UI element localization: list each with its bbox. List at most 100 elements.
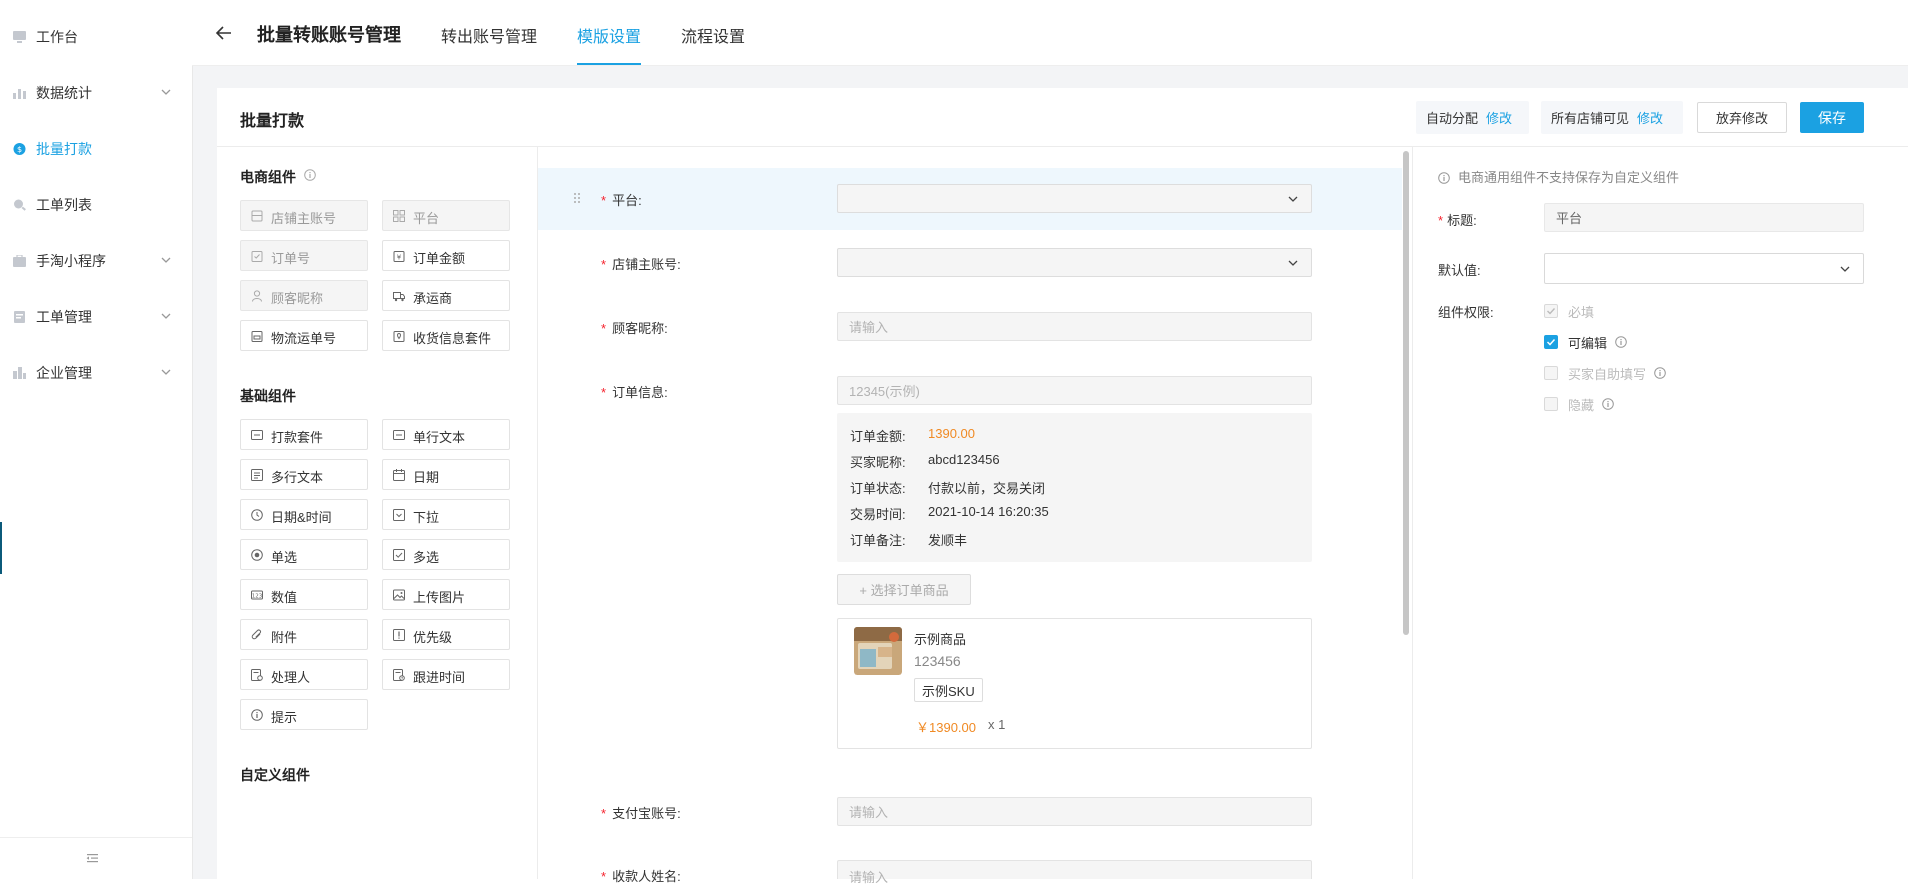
chevron-down-icon (1840, 266, 1850, 272)
sidebar-item-workbench[interactable]: 工作台 (0, 17, 192, 57)
search-icon (14, 199, 26, 211)
chevron-down-icon (161, 313, 171, 319)
component-label: 打款套件 (271, 430, 324, 445)
component-handler[interactable]: 处理人 (240, 659, 368, 690)
required-checkbox: 必填 (1544, 302, 1594, 320)
component-order-number[interactable]: 订单号 (240, 240, 368, 271)
customer-nickname-input[interactable]: 请输入 (837, 312, 1312, 341)
component-attachment[interactable]: 附件 (240, 619, 368, 650)
drag-handle-icon[interactable] (573, 192, 581, 204)
visibility-edit-link[interactable]: 修改 (1637, 108, 1663, 127)
select-order-goods-button[interactable]: + 选择订单商品 (837, 574, 971, 605)
collapse-sidebar-icon[interactable] (84, 850, 100, 866)
payee-name-input[interactable]: 请输入 (837, 860, 1312, 885)
goods-name: 示例商品 (914, 632, 967, 647)
order-info-field-label: * 订单信息: (601, 385, 668, 400)
chevron-down-icon (1288, 260, 1298, 266)
sidebar-item-stats[interactable]: 数据统计 (0, 73, 192, 113)
component-carrier[interactable]: 承运商 (382, 280, 510, 311)
component-radio[interactable]: 单选 (240, 539, 368, 570)
package-icon (251, 331, 263, 342)
info-icon[interactable] (1602, 398, 1614, 410)
save-button[interactable]: 保存 (1800, 102, 1864, 133)
component-priority[interactable]: 优先级 (382, 619, 510, 650)
sidebar-item-ticket-management[interactable]: 工单管理 (0, 297, 192, 337)
default-value-select[interactable] (1544, 253, 1864, 284)
active-tab-indicator (577, 63, 641, 65)
component-label: 上传图片 (413, 590, 466, 605)
discard-changes-button[interactable]: 放弃修改 (1697, 102, 1787, 133)
component-follow-up-time[interactable]: 跟进时间 (382, 659, 510, 690)
sidebar-item-label: 手淘小程序 (36, 253, 106, 269)
alipay-account-input[interactable]: 请输入 (837, 797, 1312, 826)
tab-template-settings[interactable]: 模版设置 (577, 23, 641, 47)
sidebar-item-mini-program[interactable]: 手淘小程序 (0, 241, 192, 281)
svg-text:¥: ¥ (397, 254, 402, 262)
component-order-amount[interactable]: ¥ 订单金额 (382, 240, 510, 271)
component-date[interactable]: 日期 (382, 459, 510, 490)
editable-checkbox[interactable]: 可编辑 (1544, 333, 1627, 351)
auto-assign-chip: 自动分配 修改 (1416, 101, 1529, 134)
component-platform[interactable]: 平台 (382, 200, 510, 231)
default-value-label: 默认值: (1438, 263, 1481, 278)
component-store-account[interactable]: 店铺主账号 (240, 200, 368, 231)
component-customer-nickname[interactable]: 顾客昵称 (240, 280, 368, 311)
component-datetime[interactable]: 日期&时间 (240, 499, 368, 530)
info-icon[interactable] (1615, 336, 1627, 348)
checkbox-box (1544, 304, 1558, 318)
component-shipping-info[interactable]: 收货信息套件 (382, 320, 510, 351)
component-dropdown[interactable]: 下拉 (382, 499, 510, 530)
svg-text:123: 123 (252, 594, 263, 600)
attachment-icon (251, 629, 262, 640)
sidebar-item-label: 企业管理 (36, 365, 92, 381)
order-number-input[interactable]: 12345(示例) (837, 376, 1312, 405)
panel-title: 批量打款 (240, 113, 305, 130)
user-icon (252, 290, 262, 302)
order-detail-row: 订单金额: 1390.00 (850, 426, 975, 444)
info-icon[interactable] (304, 169, 316, 181)
sidebar-item-ticket-list[interactable]: 工单列表 (0, 185, 192, 225)
page-title: 批量转账账号管理 (257, 25, 401, 45)
component-tracking-number[interactable]: 物流运单号 (240, 320, 368, 351)
auto-assign-edit-link[interactable]: 修改 (1486, 108, 1512, 127)
tip-icon (251, 709, 263, 721)
form-scrollbar[interactable] (1403, 151, 1409, 635)
grid-icon (393, 210, 405, 222)
bar-chart-icon (13, 89, 26, 99)
component-multi-line-text[interactable]: 多行文本 (240, 459, 368, 490)
hidden-checkbox: 隐藏 (1544, 395, 1614, 413)
back-arrow-icon[interactable] (215, 24, 233, 42)
component-label: 日期&时间 (271, 510, 332, 525)
component-label: 处理人 (271, 670, 311, 685)
tab-transfer-accounts[interactable]: 转出账号管理 (441, 23, 537, 47)
sidebar-item-label: 工单管理 (36, 309, 92, 325)
checkbox-box[interactable] (1544, 335, 1558, 349)
platform-field-label: * 平台: (601, 193, 642, 208)
sidebar-item-enterprise[interactable]: 企业管理 (0, 353, 192, 393)
component-payment-kit[interactable]: 打款套件 (240, 419, 368, 450)
customer-nickname-field-label: * 顾客昵称: (601, 321, 668, 336)
sidebar-item-batch-payment[interactable]: $ 批量打款 (0, 129, 192, 169)
component-upload-image[interactable]: 上传图片 (382, 579, 510, 610)
multi-line-icon (251, 469, 263, 481)
component-checkbox[interactable]: 多选 (382, 539, 510, 570)
order-detail-row: 交易时间: 2021-10-14 16:20:35 (850, 504, 1049, 522)
tab-process-settings[interactable]: 流程设置 (681, 23, 745, 47)
handler-icon (251, 669, 263, 681)
component-tip[interactable]: 提示 (240, 699, 368, 730)
component-label: 数值 (271, 590, 298, 605)
info-icon[interactable] (1654, 367, 1666, 379)
platform-select[interactable] (837, 184, 1312, 213)
drag-handle[interactable] (0, 522, 5, 574)
store-account-select[interactable] (837, 248, 1312, 277)
radio-icon (251, 549, 263, 561)
component-number[interactable]: 123 数值 (240, 579, 368, 610)
chevron-down-icon (161, 369, 171, 375)
basic-components-title: 基础组件 (240, 388, 296, 404)
title-prop-input[interactable]: 平台 (1544, 203, 1864, 232)
payee-name-field-label: * 收款人姓名: (601, 869, 681, 884)
order-detail-row: 买家昵称: abcd123456 (850, 452, 1000, 470)
component-label: 单选 (271, 550, 298, 565)
truck-icon (393, 292, 405, 302)
component-single-line-text[interactable]: 单行文本 (382, 419, 510, 450)
